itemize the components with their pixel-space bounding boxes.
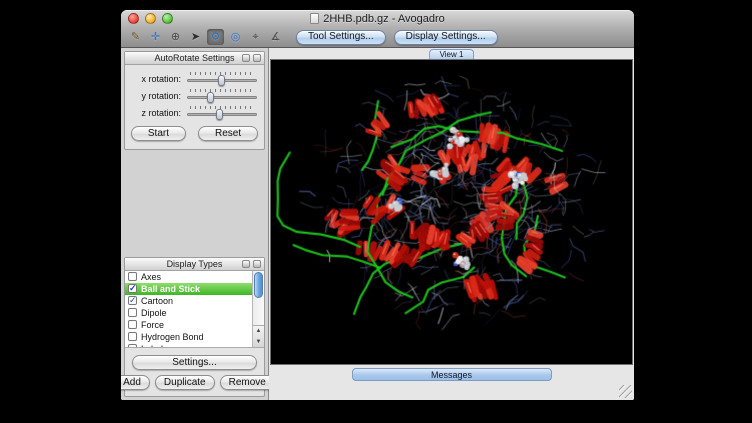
slider-track[interactable] [187, 96, 257, 99]
scrollbar-thumb[interactable] [254, 272, 263, 298]
molecule-render [271, 60, 632, 364]
undock-panel-button[interactable] [242, 260, 250, 268]
display-type-label: Ball and Stick [141, 284, 200, 294]
autorotate-panel-header[interactable]: AutoRotate Settings [125, 52, 264, 65]
zoom-tool-icon[interactable]: ⊕ [167, 29, 184, 45]
display-type-checkbox[interactable] [128, 308, 137, 317]
tool-icons-group: ✎✛⊕➤⚙◎⌖∡ [127, 29, 284, 45]
slider-row: y rotation: [131, 87, 258, 104]
messages-toggle[interactable]: Messages [352, 368, 552, 381]
autorotate-panel-title: AutoRotate Settings [154, 53, 234, 63]
close-window-button[interactable] [128, 13, 139, 24]
reset-button[interactable]: Reset [198, 126, 258, 141]
display-type-settings-button[interactable]: Settings... [132, 355, 257, 370]
autorotate-panel: AutoRotate Settings x rotation: y rotatio… [124, 51, 265, 150]
rotation-sliders: x rotation: y rotation: z rotation: [131, 70, 258, 121]
scroll-up-icon[interactable]: ▲ [253, 326, 264, 337]
display-type-checkbox[interactable] [128, 272, 137, 281]
display-types-list: Axes ✓ Ball and Stick ✓ Cartoon Dipole Force Hy… [125, 271, 264, 348]
display-type-row[interactable]: Axes [125, 271, 252, 283]
resize-grip[interactable] [619, 385, 632, 398]
display-settings-button[interactable]: Display Settings... [394, 30, 498, 45]
minimize-window-button[interactable] [145, 13, 156, 24]
gl-viewport[interactable] [270, 59, 633, 365]
display-types-panel-title: Display Types [167, 259, 223, 269]
slider-ticks [190, 106, 254, 109]
autorotate-buttons: Start Reset [131, 121, 258, 142]
display-type-checkbox[interactable]: ✓ [128, 296, 137, 305]
rotation-slider[interactable] [186, 105, 258, 120]
bond-centric-tool-icon[interactable]: ◎ [227, 29, 244, 45]
start-button[interactable]: Start [131, 126, 186, 141]
display-type-label: Dipole [141, 308, 167, 318]
slider-handle[interactable] [218, 75, 225, 86]
undock-panel-button[interactable] [242, 54, 250, 62]
slider-handle[interactable] [207, 92, 214, 103]
display-type-row[interactable]: Force [125, 319, 252, 331]
titlebar[interactable]: 2HHB.pdb.gz - Avogadro [121, 10, 634, 27]
autorotate-panel-body: x rotation: y rotation: z rotation: Start … [125, 65, 264, 149]
select-tool-icon[interactable]: ➤ [187, 29, 204, 45]
display-type-actions: Add Duplicate Remove [125, 372, 264, 396]
toolbar: ✎✛⊕➤⚙◎⌖∡ Tool Settings... Display Settin… [121, 27, 634, 48]
traffic-lights [128, 13, 173, 24]
display-type-row[interactable]: Label [125, 343, 252, 348]
add-display-type-button[interactable]: Add [121, 375, 150, 390]
display-type-label: Force [141, 320, 164, 330]
slider-label: z rotation: [131, 108, 186, 118]
tool-settings-button[interactable]: Tool Settings... [296, 30, 386, 45]
display-type-label: Cartoon [141, 296, 173, 306]
display-type-row[interactable]: Hydrogen Bond [125, 331, 252, 343]
display-type-label: Hydrogen Bond [141, 332, 204, 342]
align-tool-icon[interactable]: ∡ [267, 29, 284, 45]
slider-row: z rotation: [131, 104, 258, 121]
window-title-area: 2HHB.pdb.gz - Avogadro [310, 13, 444, 25]
display-type-row[interactable]: ✓ Ball and Stick [125, 283, 252, 295]
navigate-tool-icon[interactable]: ✛ [147, 29, 164, 45]
list-scrollbar[interactable]: ▲ ▼ [252, 271, 264, 347]
rotation-slider[interactable] [186, 88, 258, 103]
panel-buttons [242, 54, 261, 62]
display-types-panel-header[interactable]: Display Types [125, 258, 264, 271]
display-type-row[interactable]: Dipole [125, 307, 252, 319]
slider-label: x rotation: [131, 74, 186, 84]
auto-rotate-tool-icon[interactable]: ⚙ [207, 29, 224, 45]
window-content: AutoRotate Settings x rotation: y rotatio… [121, 48, 634, 400]
main-view-area: View 1 Messages [269, 48, 634, 400]
rotation-slider[interactable] [186, 71, 258, 86]
display-type-row[interactable]: ✓ Cartoon [125, 295, 252, 307]
window-title: 2HHB.pdb.gz - Avogadro [323, 13, 444, 25]
display-type-label: Label [141, 344, 163, 348]
display-types-rows: Axes ✓ Ball and Stick ✓ Cartoon Dipole Force Hy… [125, 271, 252, 348]
messages-row: Messages [269, 365, 634, 400]
zoom-window-button[interactable] [162, 13, 173, 24]
close-panel-button[interactable] [253, 54, 261, 62]
desktop-background: 2HHB.pdb.gz - Avogadro ✎✛⊕➤⚙◎⌖∡ Tool Set… [0, 0, 752, 423]
remove-display-type-button[interactable]: Remove [220, 375, 275, 390]
slider-ticks [190, 89, 254, 92]
duplicate-display-type-button[interactable]: Duplicate [155, 375, 215, 390]
measure-tool-icon[interactable]: ⌖ [247, 29, 264, 45]
display-type-label: Axes [141, 272, 161, 282]
sidebar: AutoRotate Settings x rotation: y rotatio… [121, 48, 269, 400]
view-tab-row: View 1 [269, 48, 634, 59]
display-type-checkbox[interactable] [128, 320, 137, 329]
scroll-down-icon[interactable]: ▼ [253, 337, 264, 348]
slider-label: y rotation: [131, 91, 186, 101]
display-type-settings-row: Settings... [125, 348, 264, 373]
draw-tool-icon[interactable]: ✎ [127, 29, 144, 45]
document-proxy-icon [310, 13, 319, 24]
display-type-checkbox[interactable] [128, 332, 137, 341]
close-panel-button[interactable] [253, 260, 261, 268]
display-types-panel: Display Types Axes ✓ Ball and Stick ✓ Cartoo… [124, 257, 265, 398]
panel-buttons [242, 260, 261, 268]
display-type-checkbox[interactable]: ✓ [128, 284, 137, 293]
scrollbar-arrows: ▲ ▼ [253, 325, 264, 347]
avogadro-window: 2HHB.pdb.gz - Avogadro ✎✛⊕➤⚙◎⌖∡ Tool Set… [121, 10, 634, 400]
slider-row: x rotation: [131, 70, 258, 87]
display-type-checkbox[interactable] [128, 344, 137, 348]
slider-handle[interactable] [216, 109, 223, 120]
view-tab[interactable]: View 1 [429, 49, 475, 59]
